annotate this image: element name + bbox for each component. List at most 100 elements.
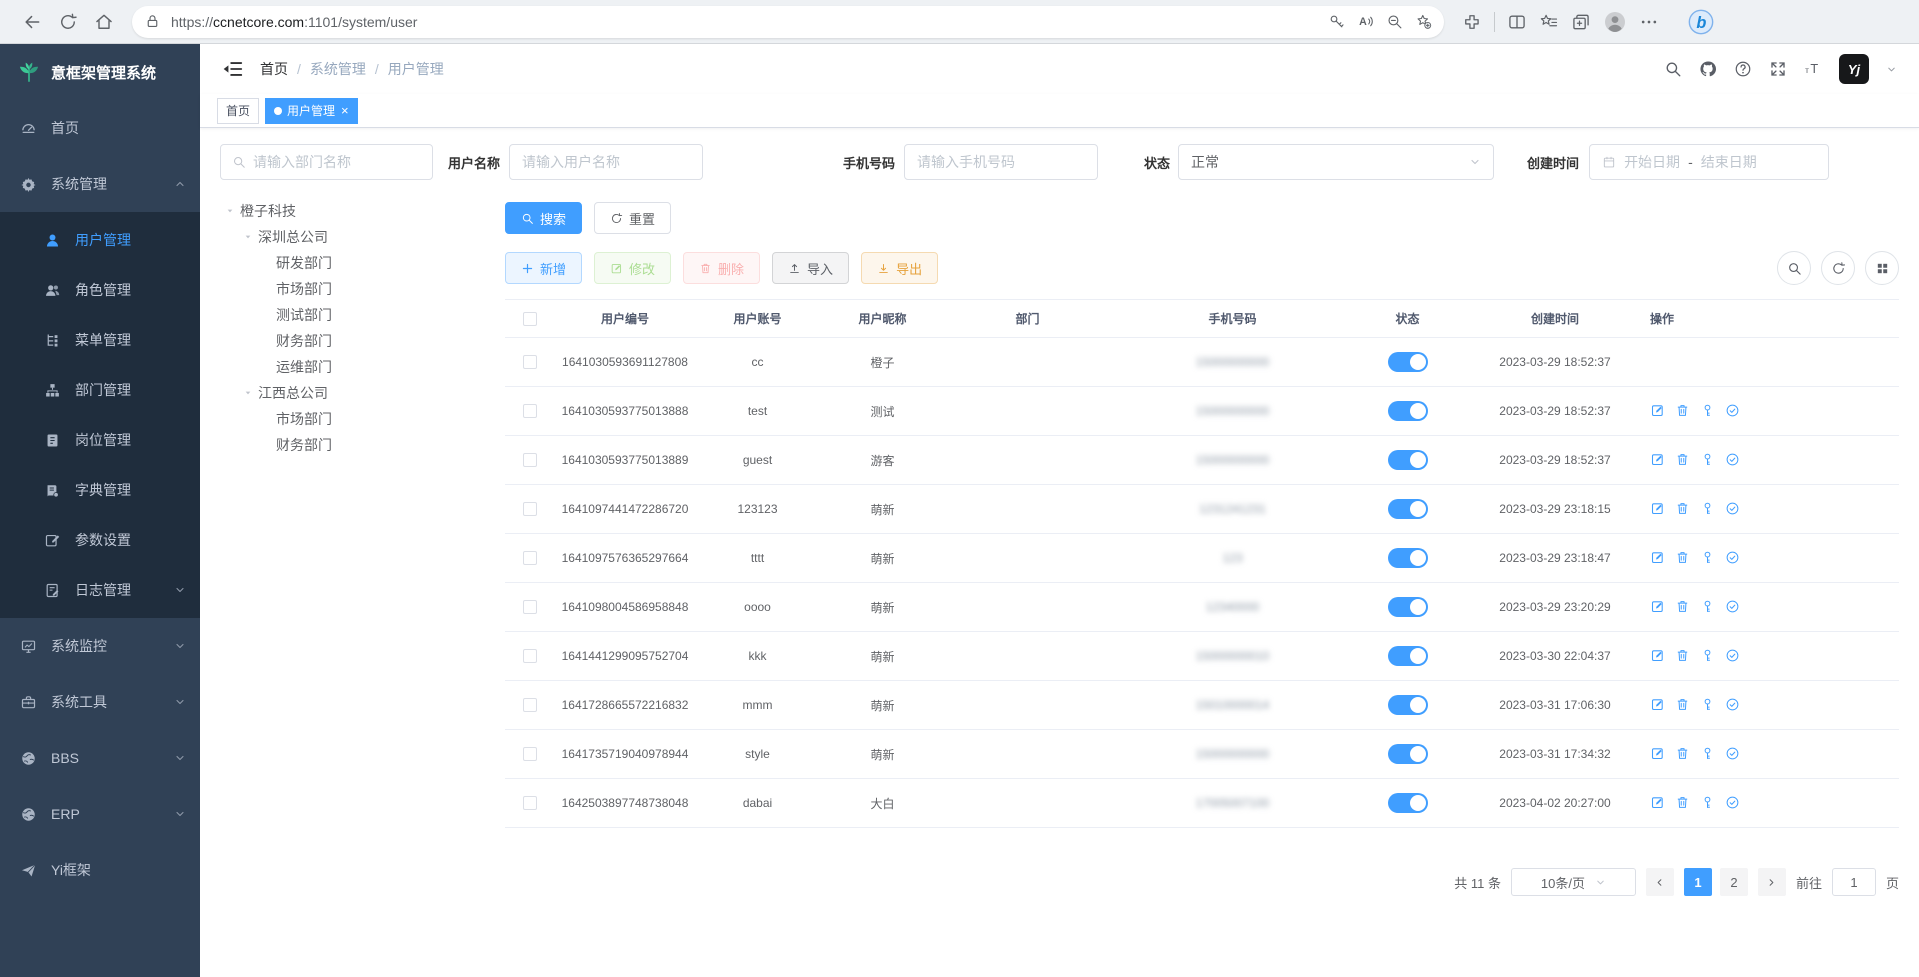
delete-user-button[interactable] [1675,550,1691,566]
reset-password-button[interactable] [1700,648,1716,664]
goto-page-input[interactable]: 1 [1832,868,1876,896]
row-checkbox[interactable] [523,453,537,467]
header-search-icon[interactable] [1664,60,1682,78]
reset-password-button[interactable] [1700,746,1716,762]
status-toggle[interactable] [1388,695,1428,715]
favorites-icon[interactable] [1539,12,1559,32]
phone-input[interactable]: 请输入手机号码 [904,144,1098,180]
status-toggle[interactable] [1388,401,1428,421]
tree-expand-icon[interactable] [220,201,240,221]
reset-password-button[interactable] [1700,452,1716,468]
tag-close-icon[interactable]: × [341,104,349,117]
tree-node-研发部门[interactable]: 研发部门 [220,250,433,276]
browser-refresh-button[interactable] [50,4,86,40]
search-button[interactable]: 搜索 [505,202,582,234]
status-select[interactable]: 正常 [1178,144,1494,180]
page-button-2[interactable]: 2 [1720,868,1748,896]
delete-user-button[interactable] [1675,795,1691,811]
delete-user-button[interactable] [1675,697,1691,713]
assign-role-button[interactable] [1725,599,1741,615]
tab-首页[interactable]: 首页 [217,98,259,124]
assign-role-button[interactable] [1725,501,1741,517]
sidebar-item-dept-mgmt[interactable]: 部门管理 [0,365,200,415]
dept-search-input[interactable]: 请输入部门名称 [220,144,433,180]
edit-user-button[interactable] [1650,550,1666,566]
extensions-icon[interactable] [1462,12,1482,32]
app-logo[interactable]: 意框架管理系统 [0,44,200,100]
row-checkbox[interactable] [523,502,537,516]
tree-expand-icon[interactable] [238,383,258,403]
password-key-icon[interactable] [1328,13,1345,30]
add-button[interactable]: 新增 [505,252,582,284]
github-icon[interactable] [1699,60,1717,78]
edit-user-button[interactable] [1650,403,1666,419]
status-toggle[interactable] [1388,646,1428,666]
delete-user-button[interactable] [1675,599,1691,615]
edit-button[interactable]: 修改 [594,252,671,284]
reset-password-button[interactable] [1700,501,1716,517]
sidebar-item-tools[interactable]: 系统工具 [0,674,200,730]
read-aloud-icon[interactable] [1357,13,1374,30]
help-icon[interactable] [1734,60,1752,78]
more-options-icon[interactable] [1639,12,1659,32]
user-avatar[interactable]: Yj [1839,54,1869,84]
status-toggle[interactable] [1388,548,1428,568]
assign-role-button[interactable] [1725,697,1741,713]
delete-user-button[interactable] [1675,746,1691,762]
tree-node-财务部门[interactable]: 财务部门 [220,432,433,458]
import-button[interactable]: 导入 [772,252,849,284]
edit-user-button[interactable] [1650,452,1666,468]
url-text[interactable]: https://ccnetcore.com:1101/system/user [171,14,1328,30]
prev-page-button[interactable] [1646,868,1674,896]
reset-password-button[interactable] [1700,599,1716,615]
browser-profile-avatar[interactable] [1603,10,1627,34]
address-bar[interactable]: https://ccnetcore.com:1101/system/user [132,6,1444,38]
show-search-toggle-button[interactable] [1777,251,1811,285]
bing-copilot-icon[interactable] [1687,8,1715,36]
refresh-table-button[interactable] [1821,251,1855,285]
next-page-button[interactable] [1758,868,1786,896]
sidebar-item-log-mgmt[interactable]: 日志管理 [0,565,200,615]
page-button-1[interactable]: 1 [1684,868,1712,896]
delete-user-button[interactable] [1675,648,1691,664]
sidebar-item-post-mgmt[interactable]: 岗位管理 [0,415,200,465]
sidebar-item-monitor[interactable]: 系统监控 [0,618,200,674]
breadcrumb-item[interactable]: 首页 [260,59,288,79]
delete-button[interactable]: 删除 [683,252,760,284]
lock-icon[interactable] [144,13,161,30]
tree-node-市场部门[interactable]: 市场部门 [220,276,433,302]
status-toggle[interactable] [1388,499,1428,519]
username-input[interactable]: 请输入用户名称 [509,144,703,180]
reset-password-button[interactable] [1700,403,1716,419]
zoom-out-icon[interactable] [1386,13,1403,30]
edit-user-button[interactable] [1650,501,1666,517]
reset-password-button[interactable] [1700,795,1716,811]
assign-role-button[interactable] [1725,550,1741,566]
row-checkbox[interactable] [523,355,537,369]
sidebar-item-erp[interactable]: ERP [0,786,200,842]
status-toggle[interactable] [1388,450,1428,470]
status-toggle[interactable] [1388,352,1428,372]
sidebar-fold-icon[interactable] [222,58,244,80]
sidebar-item-bbs[interactable]: BBS [0,730,200,786]
assign-role-button[interactable] [1725,403,1741,419]
tree-node-深圳总公司[interactable]: 深圳总公司 [220,224,433,250]
date-range-input[interactable]: 开始日期 - 结束日期 [1589,144,1829,180]
tree-node-财务部门[interactable]: 财务部门 [220,328,433,354]
tree-node-运维部门[interactable]: 运维部门 [220,354,433,380]
sidebar-item-home[interactable]: 首页 [0,100,200,156]
tree-expand-icon[interactable] [238,227,258,247]
edit-user-button[interactable] [1650,697,1666,713]
page-size-select[interactable]: 10条/页 [1511,868,1636,896]
sidebar-item-param-settings[interactable]: 参数设置 [0,515,200,565]
sidebar-item-user-mgmt[interactable]: 用户管理 [0,215,200,265]
split-screen-icon[interactable] [1507,12,1527,32]
assign-role-button[interactable] [1725,746,1741,762]
row-checkbox[interactable] [523,747,537,761]
tree-node-江西总公司[interactable]: 江西总公司 [220,380,433,406]
assign-role-button[interactable] [1725,795,1741,811]
sidebar-item-dict-mgmt[interactable]: 字典管理 [0,465,200,515]
sidebar-item-system[interactable]: 系统管理 [0,156,200,212]
row-checkbox[interactable] [523,649,537,663]
row-checkbox[interactable] [523,796,537,810]
